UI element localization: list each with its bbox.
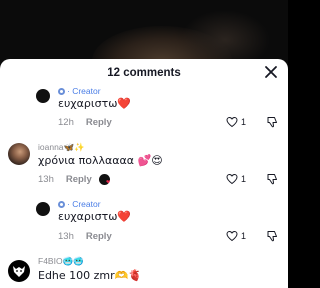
like-count: 1	[240, 231, 246, 241]
close-button[interactable]	[264, 65, 278, 79]
user-avatar[interactable]	[8, 143, 30, 165]
comment-meta: 12h Reply	[58, 117, 112, 128]
comments-count-title: 12 comments	[107, 67, 181, 79]
dislike-button[interactable]	[266, 230, 278, 242]
heart-icon	[226, 173, 238, 185]
like-button[interactable]: 1	[226, 116, 246, 128]
comment-item: ioanna🦋✨ χρόνια πολλαααα 💕😍 13h Reply ❤ …	[0, 140, 288, 190]
wolf-logo-icon	[13, 266, 25, 277]
like-count: 1	[240, 174, 246, 184]
close-icon	[265, 66, 277, 78]
reply-button[interactable]: Reply	[86, 231, 112, 242]
creator-badge-icon	[58, 87, 65, 95]
comment-time: 12h	[58, 117, 74, 128]
comment-text: Edhe 100 zmr🫶🫀	[38, 269, 143, 282]
comment-meta: 13h Reply	[38, 174, 92, 185]
comment-author: · Creator	[58, 199, 101, 209]
creator-badge-icon	[58, 200, 65, 208]
creator-avatar[interactable]	[36, 202, 50, 216]
like-button[interactable]: 1	[226, 230, 246, 242]
thumbs-down-icon	[267, 117, 277, 128]
creator-avatar[interactable]	[36, 89, 50, 103]
creator-liked-avatar: ❤	[99, 174, 110, 185]
comment-text: ευχαριστω❤️	[58, 97, 132, 110]
comment-author: · Creator	[58, 86, 101, 96]
thumbs-down-icon	[267, 174, 277, 185]
user-avatar[interactable]	[8, 260, 30, 282]
comment-item: · Creator ευχαριστω❤️ 12h Reply 1	[0, 84, 288, 134]
like-button[interactable]: 1	[226, 173, 246, 185]
comments-sheet: 12 comments · Creator ευχαριστω❤️ 12h Re…	[0, 59, 288, 288]
dislike-button[interactable]	[266, 173, 278, 185]
creator-label: · Creator	[67, 86, 101, 96]
comment-author: ioanna🦋✨	[38, 142, 85, 152]
comment-item: F4BIO🥶🥶 Edhe 100 zmr🫶🫀	[0, 254, 288, 288]
reply-button[interactable]: Reply	[86, 117, 112, 128]
heart-icon	[226, 116, 238, 128]
comment-time: 13h	[38, 174, 54, 185]
thumbs-down-icon	[267, 231, 277, 242]
like-count: 1	[240, 117, 246, 127]
creator-label: · Creator	[67, 199, 101, 209]
comment-text: χρόνια πολλαααα 💕😍	[38, 154, 163, 167]
comment-author: F4BIO🥶🥶	[38, 256, 84, 266]
creator-liked-heart-icon: ❤	[105, 180, 110, 185]
heart-icon	[226, 230, 238, 242]
reply-button[interactable]: Reply	[66, 174, 92, 185]
comment-meta: 13h Reply	[58, 231, 112, 242]
comment-text: ευχαριστω❤️	[58, 210, 132, 223]
comment-item: · Creator ευχαριστω❤️ 13h Reply 1	[0, 197, 288, 247]
dislike-button[interactable]	[266, 116, 278, 128]
comment-time: 13h	[58, 231, 74, 242]
